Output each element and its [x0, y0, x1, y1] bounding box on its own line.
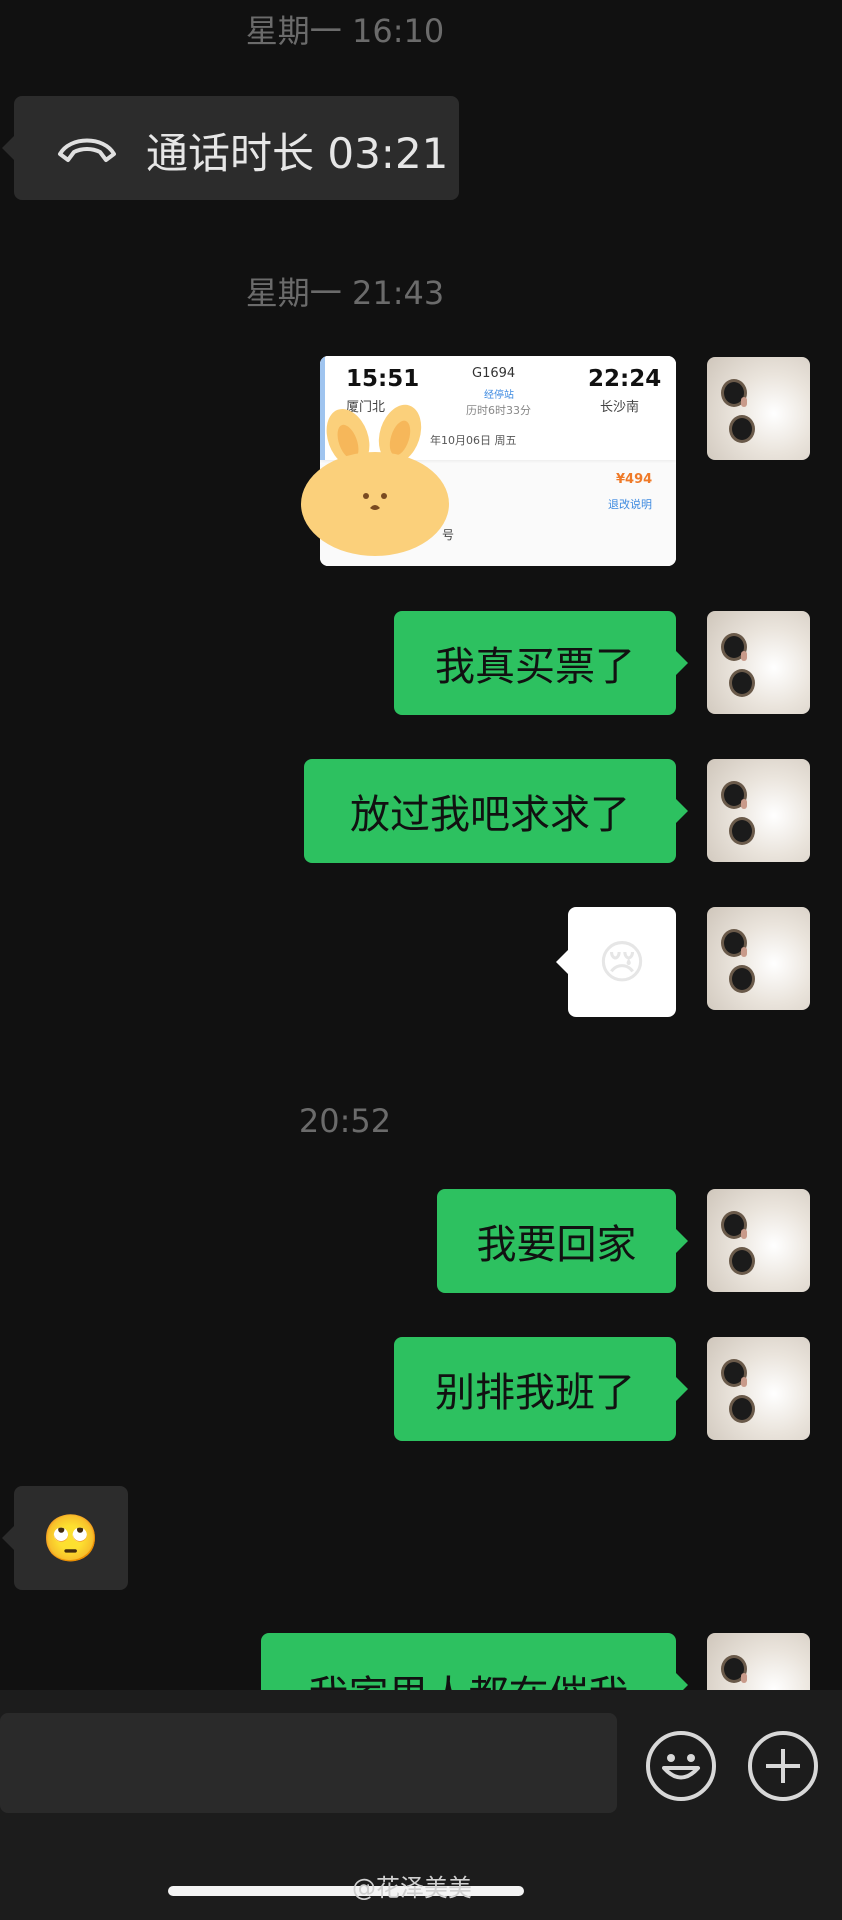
smiley-icon[interactable] — [646, 1731, 716, 1801]
message-text: 别排我班了 — [435, 1370, 635, 1416]
call-record-bubble[interactable]: 通话时长 03:21 — [2, 96, 459, 200]
emoji-message-bubble[interactable]: 😢 — [556, 907, 676, 1017]
arrive-time: 22:24 — [588, 366, 662, 392]
phone-hangup-icon — [56, 130, 118, 166]
avatar[interactable] — [707, 1337, 810, 1440]
timestamp: 星期一 16:10 — [245, 12, 445, 50]
eye-roll-face-icon: 🙄 — [42, 1510, 100, 1565]
bunny-sticker-icon — [300, 404, 450, 559]
message-bubble-self[interactable]: 放过我吧求求了 — [304, 759, 688, 863]
watermark: @花泽美美 — [352, 1874, 472, 1902]
message-text: 放过我吧求求了 — [350, 792, 630, 838]
avatar[interactable] — [707, 611, 810, 714]
train-number: G1694 — [472, 366, 516, 381]
timestamp: 20:52 — [298, 1102, 392, 1140]
avatar[interactable] — [707, 759, 810, 862]
timestamp: 星期一 21:43 — [245, 274, 445, 312]
crying-face-icon: 😢 — [598, 935, 646, 989]
avatar[interactable] — [707, 907, 810, 1010]
arrive-station: 长沙南 — [600, 400, 640, 415]
avatar[interactable] — [707, 357, 810, 460]
via-stations-link[interactable]: 经停站 — [484, 386, 514, 401]
message-bubble-self[interactable]: 我真买票了 — [394, 611, 688, 715]
call-duration-label: 通话时长 03:21 — [146, 129, 449, 178]
message-text: 我真买票了 — [435, 644, 635, 690]
refund-link[interactable]: 退改说明 — [608, 496, 652, 512]
message-bubble-self[interactable]: 别排我班了 — [394, 1337, 688, 1441]
emoji-message-bubble-other[interactable]: 🙄 — [2, 1486, 128, 1590]
ticket-price: ¥494 — [616, 472, 653, 487]
plus-icon[interactable] — [748, 1731, 818, 1801]
depart-time: 15:51 — [346, 366, 420, 392]
message-text: 我要回家 — [476, 1222, 637, 1268]
message-input[interactable] — [0, 1713, 617, 1813]
avatar[interactable] — [707, 1189, 810, 1292]
message-bubble-self[interactable]: 我要回家 — [437, 1189, 688, 1293]
duration: 历时6时33分 — [466, 404, 531, 417]
